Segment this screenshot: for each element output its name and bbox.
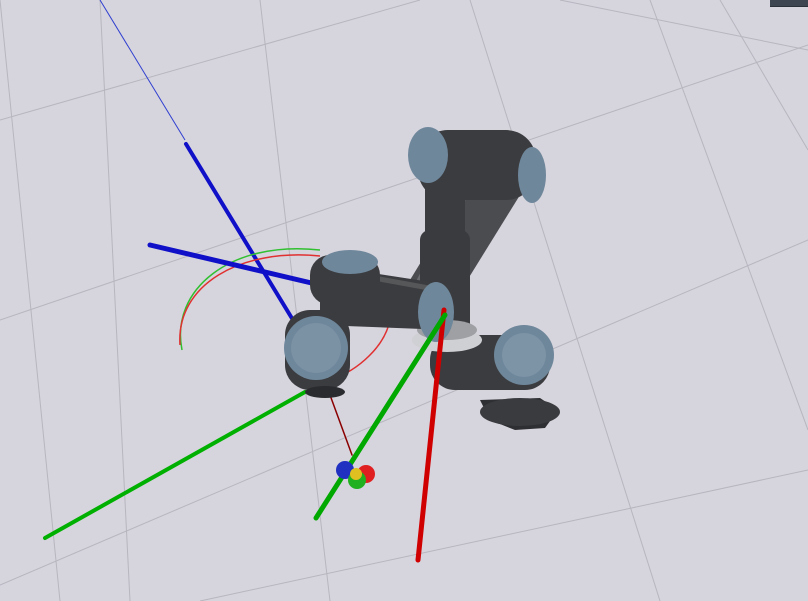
robot-base xyxy=(480,398,560,430)
window-corner-chrome xyxy=(770,0,808,7)
3d-viewport[interactable] xyxy=(0,0,808,601)
origin-marker[interactable] xyxy=(336,461,375,489)
wrist-2-joint xyxy=(310,250,380,305)
base-x-axis-thin xyxy=(329,394,353,456)
base-y-axis xyxy=(43,390,307,540)
wrist-3-joint xyxy=(284,310,350,398)
robot-arm xyxy=(284,127,560,430)
world-z-axis-thin xyxy=(99,0,186,141)
tool-z-axis xyxy=(147,242,323,288)
